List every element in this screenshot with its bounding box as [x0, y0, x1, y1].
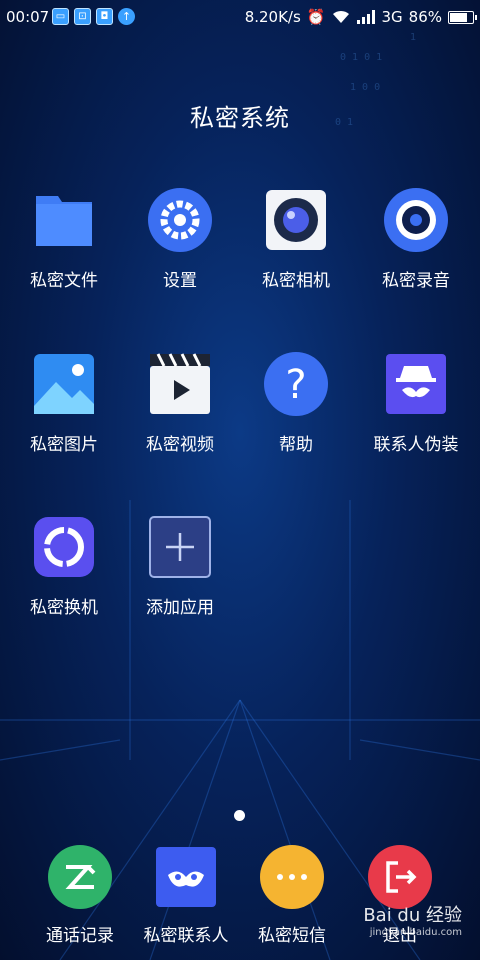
watermark-brand: Bai du 经验 — [363, 905, 462, 926]
network-speed: 8.20K/s — [244, 8, 301, 26]
svg-text:0 1 0 1: 0 1 0 1 — [340, 52, 382, 63]
app-label: 私密视频 — [146, 435, 214, 455]
app-private-recorder[interactable]: 私密录音 — [358, 188, 474, 291]
app-private-videos[interactable]: 私密视频 — [122, 352, 238, 455]
app-label: 添加应用 — [146, 598, 214, 618]
svg-text:1 0 0: 1 0 0 — [350, 82, 380, 93]
app-settings[interactable]: 设置 — [122, 188, 238, 291]
recorder-icon — [384, 188, 448, 252]
watermark: Bai du 经验 jingyan.baidu.com — [363, 901, 462, 938]
swap-ring-icon — [32, 515, 96, 579]
call-log-icon — [48, 845, 112, 909]
dock-private-sms[interactable]: 私密短信 — [234, 845, 350, 946]
clock: 00:07 — [6, 8, 50, 26]
status-bar: 00:07 ▭ ⊡ ◘ ↑ 8.20K/s ⏰ 3G 86% — [0, 0, 480, 34]
app-label: 设置 — [163, 271, 197, 291]
page-title: 私密系统 — [190, 104, 290, 132]
notification-icons: ▭ ⊡ ◘ ↑ — [52, 8, 135, 25]
mask-contact-icon — [154, 845, 218, 909]
folder-icon — [32, 188, 96, 252]
dock-private-contacts[interactable]: 私密联系人 — [128, 845, 244, 946]
gear-icon — [148, 188, 212, 252]
app-help[interactable]: ? 帮助 — [238, 352, 354, 455]
app-private-pictures[interactable]: 私密图片 — [6, 352, 122, 455]
app-label: 私密图片 — [30, 435, 98, 455]
app-label: 私密换机 — [30, 598, 98, 618]
question-icon: ? — [264, 352, 328, 416]
app-private-phone-switch[interactable]: 私密换机 — [6, 515, 122, 618]
svg-text:?: ? — [285, 362, 306, 408]
picture-icon — [32, 352, 96, 416]
clapperboard-icon — [148, 352, 212, 416]
app-label: 私密文件 — [30, 271, 98, 291]
dock-label: 通话记录 — [46, 926, 114, 946]
shield-icon: ◘ — [96, 8, 113, 25]
camera-icon — [264, 188, 328, 252]
alarm-icon: ⏰ — [306, 8, 326, 26]
app-private-camera[interactable]: 私密相机 — [238, 188, 354, 291]
page-indicator[interactable] — [234, 810, 245, 821]
sms-bubble-icon — [260, 845, 324, 909]
app-contact-disguise[interactable]: 联系人伪装 — [358, 352, 474, 455]
exit-icon — [368, 845, 432, 909]
app-label: 帮助 — [279, 435, 313, 455]
battery-percent: 86% — [408, 8, 442, 26]
app-add-app[interactable]: 添加应用 — [122, 515, 238, 618]
app-private-files[interactable]: 私密文件 — [6, 188, 122, 291]
dock-label: 私密联系人 — [143, 926, 229, 946]
app-label: 联系人伪装 — [373, 435, 459, 455]
dock-call-log[interactable]: 通话记录 — [22, 845, 138, 946]
app-label: 私密录音 — [382, 271, 450, 291]
message-icon: ▭ — [52, 8, 69, 25]
spy-icon — [384, 352, 448, 416]
upload-icon: ↑ — [118, 8, 135, 25]
dock-label: 私密短信 — [258, 926, 326, 946]
battery-icon — [448, 10, 477, 24]
plus-icon — [148, 515, 212, 579]
network-type: 3G — [381, 8, 403, 26]
app-label: 私密相机 — [262, 271, 330, 291]
scan-icon: ⊡ — [74, 8, 91, 25]
wifi-icon — [333, 10, 350, 23]
signal-icon — [357, 10, 376, 24]
watermark-url: jingyan.baidu.com — [369, 927, 462, 938]
